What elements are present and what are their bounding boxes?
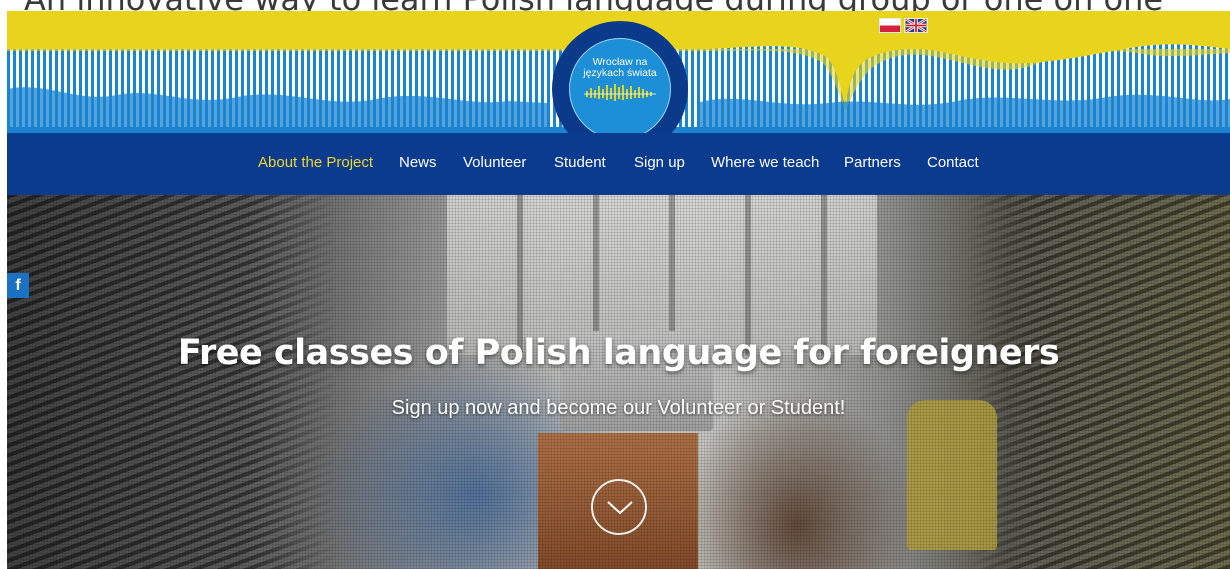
nav-item-volunteer[interactable]: Volunteer — [463, 154, 526, 171]
nav-list: About the Project News Volunteer Student… — [7, 133, 1230, 195]
site-header: Wrocław na językach świata — [7, 11, 1230, 157]
nav-item-sign-up[interactable]: Sign up — [634, 154, 685, 171]
logo-text: Wrocław na językach świata — [583, 56, 657, 79]
hero-background-window — [447, 195, 877, 355]
nav-item-news[interactable]: News — [399, 154, 437, 171]
nav-item-about-the-project[interactable]: About the Project — [258, 154, 373, 171]
hero-title: Free classes of Polish language for fore… — [177, 333, 1060, 373]
nav-item-contact[interactable]: Contact — [927, 154, 979, 171]
facebook-button[interactable]: f — [7, 273, 29, 298]
hero-background-chair — [907, 400, 997, 550]
hero-banner: Free classes of Polish language for fore… — [7, 195, 1230, 569]
sound-wave-icon — [584, 84, 656, 101]
nav-item-partners[interactable]: Partners — [844, 154, 901, 171]
lang-switch-pl[interactable] — [879, 18, 901, 33]
lang-switch-en[interactable] — [904, 18, 928, 33]
logo-badge: Wrocław na językach świata — [569, 38, 671, 140]
facebook-icon: f — [15, 276, 21, 294]
main-nav: About the Project News Volunteer Student… — [7, 133, 1230, 195]
chevron-down-icon — [607, 501, 633, 515]
nav-item-student[interactable]: Student — [554, 154, 606, 171]
scroll-down-button[interactable] — [591, 479, 647, 535]
nav-item-where-we-teach[interactable]: Where we teach — [711, 154, 819, 171]
hero-subtitle: Sign up now and become our Volunteer or … — [391, 397, 846, 419]
